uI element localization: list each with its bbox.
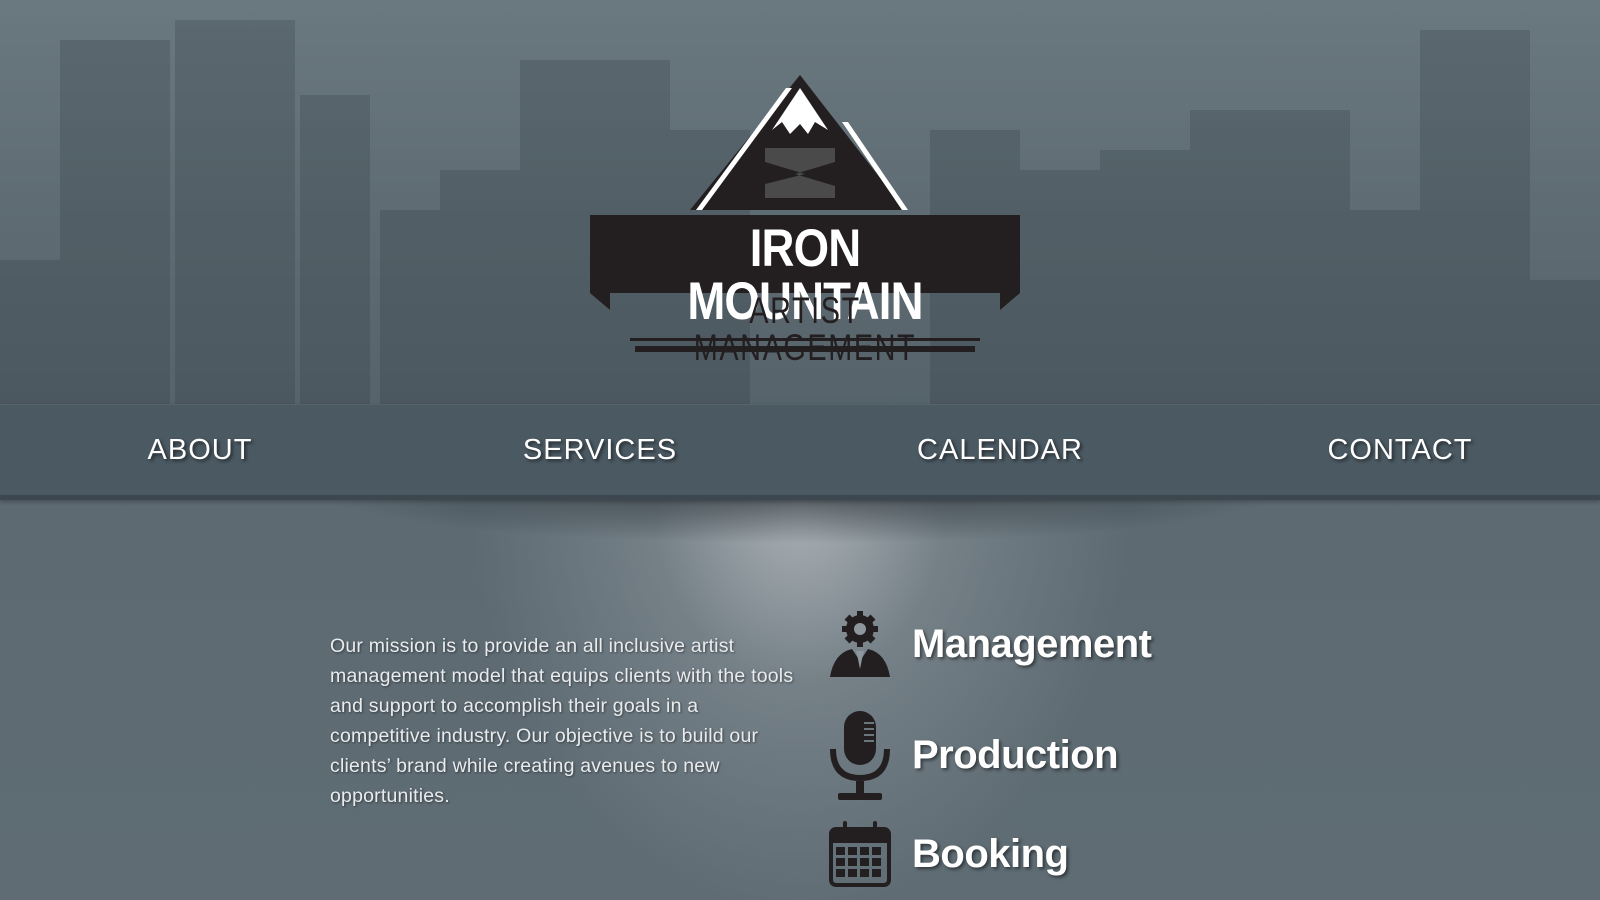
service-management-label: Management [912, 621, 1152, 666]
nav-item-services[interactable]: SERVICES [400, 405, 800, 495]
service-management[interactable]: Management [820, 609, 1152, 679]
nav-drop-shadow [320, 494, 1280, 544]
logo-subtitle: ARTIST MANAGEMENT [693, 290, 917, 368]
mission-statement: Our mission is to provide an all inclusi… [330, 634, 794, 807]
main-nav: ABOUT SERVICES CALENDAR CONTACT [0, 404, 1600, 500]
microphone-icon [820, 709, 900, 801]
calendar-icon [820, 819, 900, 889]
hero-banner: IRON MOUNTAIN ARTIST MANAGEMENT [0, 0, 1600, 404]
iron-mountain-logo[interactable]: IRON MOUNTAIN ARTIST MANAGEMENT [590, 70, 1020, 366]
nav-item-about[interactable]: ABOUT [0, 405, 400, 495]
nav-item-contact[interactable]: CONTACT [1200, 405, 1600, 495]
service-production-label: Production [912, 732, 1119, 777]
nav-item-calendar[interactable]: CALENDAR [800, 405, 1200, 495]
service-booking[interactable]: Booking [820, 819, 1069, 889]
service-production[interactable]: Production [820, 709, 1119, 801]
main-content: Our mission is to provide an all inclusi… [0, 494, 1600, 900]
service-booking-label: Booking [912, 831, 1069, 876]
manager-gear-icon [820, 609, 900, 679]
